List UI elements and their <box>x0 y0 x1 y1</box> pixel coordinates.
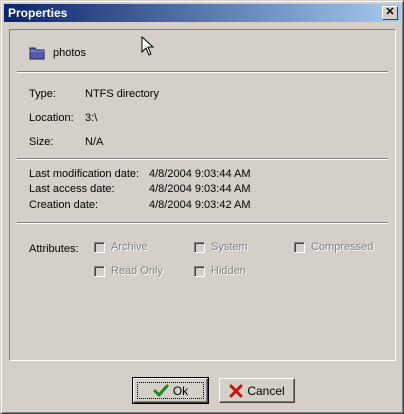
size-value: N/A <box>85 136 104 148</box>
checkmark-icon <box>153 384 169 397</box>
window-title: Properties <box>8 6 68 20</box>
title-bar[interactable]: Properties ✕ <box>4 4 401 22</box>
modified-label: Last modification date: <box>29 168 140 180</box>
location-value: 3:\ <box>85 112 98 124</box>
created-label: Creation date: <box>29 199 99 211</box>
properties-dialog: Properties ✕ photos Type: NTFS directory… <box>0 0 404 414</box>
system-checkbox[interactable] <box>194 242 205 253</box>
modified-value: 4/8/2004 9:03:44 AM <box>149 168 251 180</box>
hidden-checkbox[interactable] <box>194 266 205 277</box>
attributes-label: Attributes: <box>29 243 79 255</box>
divider <box>17 158 388 160</box>
hidden-label: Hidden <box>211 265 246 277</box>
item-name: photos <box>53 47 87 59</box>
ok-label: Ok <box>172 383 189 398</box>
compressed-label: Compressed <box>311 241 374 253</box>
accessed-value: 4/8/2004 9:03:44 AM <box>149 183 251 195</box>
size-label: Size: <box>29 136 54 148</box>
archive-checkbox[interactable] <box>94 242 105 253</box>
properties-panel <box>9 29 396 361</box>
compressed-checkbox[interactable] <box>294 242 305 253</box>
archive-label: Archive <box>111 241 148 253</box>
folder-icon <box>29 47 45 60</box>
ok-button[interactable]: Ok <box>132 377 209 404</box>
created-value: 4/8/2004 9:03:42 AM <box>149 199 251 211</box>
system-label: System <box>211 241 248 253</box>
read-only-checkbox[interactable] <box>94 266 105 277</box>
cancel-button[interactable]: Cancel <box>219 378 295 403</box>
read-only-label: Read Only <box>111 265 163 277</box>
cross-icon <box>229 384 243 398</box>
location-label: Location: <box>29 112 74 124</box>
accessed-label: Last access date: <box>29 183 115 195</box>
mouse-cursor-icon <box>141 36 155 56</box>
close-button[interactable]: ✕ <box>382 6 398 20</box>
close-icon: ✕ <box>385 6 395 18</box>
cancel-label: Cancel <box>247 383 285 398</box>
divider <box>17 222 388 224</box>
divider <box>17 71 388 73</box>
type-value: NTFS directory <box>85 88 159 100</box>
type-label: Type: <box>29 88 56 100</box>
